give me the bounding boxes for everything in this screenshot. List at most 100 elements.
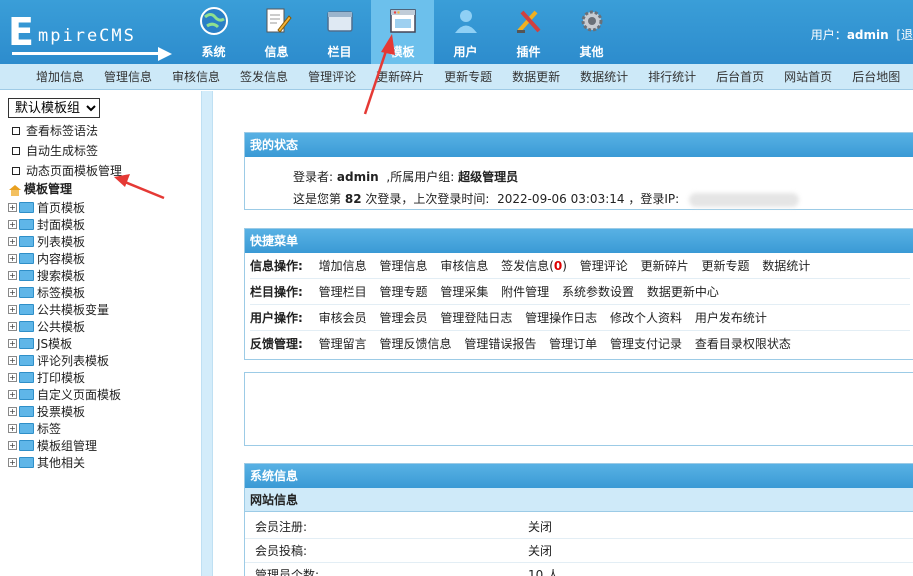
nav-template[interactable]: 模板 <box>371 0 434 64</box>
subnav-item[interactable]: 签发信息 <box>240 64 288 89</box>
quick-link[interactable]: 数据更新中心 <box>647 285 719 299</box>
view-tag-syntax-link[interactable]: 查看标签语法 <box>12 122 98 139</box>
quick-link[interactable]: 管理反馈信息 <box>379 337 451 351</box>
expand-icon[interactable]: + <box>8 203 17 212</box>
nav-other[interactable]: 其他 <box>560 0 623 64</box>
subnav-item[interactable]: 审核信息 <box>172 64 220 89</box>
sys-row: 会员注册: 关闭 <box>245 515 913 539</box>
quick-link[interactable]: 管理栏目 <box>319 285 367 299</box>
quick-link[interactable]: 增加信息 <box>319 259 367 273</box>
subnav-item[interactable]: 管理评论 <box>308 64 356 89</box>
nav-column[interactable]: 栏目 <box>308 0 371 64</box>
quick-menu-panel: 快捷菜单 信息操作: 增加信息 管理信息 审核信息 签发信息(0) 管理评论 更… <box>244 228 913 360</box>
panel-splitter[interactable] <box>201 91 213 576</box>
nav-plugin[interactable]: 插件 <box>497 0 560 64</box>
tree-item[interactable]: + 评论列表模板 <box>8 352 121 369</box>
subnav-item[interactable]: 后台地图 <box>852 64 900 89</box>
tree-item[interactable]: + 内容模板 <box>8 250 121 267</box>
quick-link[interactable]: 管理订单 <box>549 337 597 351</box>
quick-row-feedback: 反馈管理: 管理留言 管理反馈信息 管理错误报告 管理订单 管理支付记录 查看目… <box>250 332 910 357</box>
expand-icon[interactable]: + <box>8 271 17 280</box>
expand-icon[interactable]: + <box>8 220 17 229</box>
quick-link[interactable]: 管理评论 <box>580 259 628 273</box>
expand-icon[interactable]: + <box>8 356 17 365</box>
expand-icon[interactable]: + <box>8 458 17 467</box>
expand-icon[interactable]: + <box>8 407 17 416</box>
quick-link[interactable]: 修改个人资料 <box>610 311 682 325</box>
quick-link[interactable]: 管理信息 <box>379 259 427 273</box>
tree-item[interactable]: + 打印模板 <box>8 369 121 386</box>
auto-generate-tag-link[interactable]: 自动生成标签 <box>12 142 98 159</box>
my-status-panel: 我的状态 登录者: admin ,所属用户组: 超级管理员 这是您第 82 次登… <box>244 132 913 210</box>
quick-link[interactable]: 管理留言 <box>319 337 367 351</box>
sys-value: 关闭 <box>528 520 553 534</box>
subnav-item[interactable]: 增加信息 <box>36 64 84 89</box>
quick-row-info: 信息操作: 增加信息 管理信息 审核信息 签发信息(0) 管理评论 更新碎片 更… <box>250 254 910 279</box>
expand-icon[interactable]: + <box>8 254 17 263</box>
quick-link[interactable]: 管理会员 <box>379 311 427 325</box>
tree-root[interactable]: 模板管理 <box>8 180 72 197</box>
quick-link[interactable]: 查看目录权限状态 <box>695 337 791 351</box>
tree-item-label: 自定义页面模板 <box>37 388 122 402</box>
subnav-item[interactable]: 后台首页 <box>716 64 764 89</box>
tree-item[interactable]: + 公共模板 <box>8 318 121 335</box>
empirecms-logo[interactable]: E mpireCMS <box>8 10 178 61</box>
logo-arrow <box>158 47 172 61</box>
tree-item[interactable]: + 投票模板 <box>8 403 121 420</box>
quick-link[interactable]: 更新碎片 <box>641 259 689 273</box>
subnav-item[interactable]: 管理信息 <box>104 64 152 89</box>
logout-link[interactable]: [退 <box>896 28 913 42</box>
quick-link[interactable]: 管理采集 <box>440 285 488 299</box>
nav-system[interactable]: 系统 <box>182 0 245 64</box>
sys-value: 关闭 <box>528 544 553 558</box>
dynamic-page-template-link[interactable]: 动态页面模板管理 <box>12 162 122 179</box>
quick-link[interactable]: 管理登陆日志 <box>440 311 512 325</box>
quick-link-sign[interactable]: 签发信息(0) <box>501 259 567 273</box>
bullet-square-icon <box>12 166 20 175</box>
expand-icon[interactable]: + <box>8 424 17 433</box>
tree-item[interactable]: + JS模板 <box>8 335 121 352</box>
quick-link[interactable]: 数据统计 <box>762 259 810 273</box>
expand-icon[interactable]: + <box>8 390 17 399</box>
quick-link[interactable]: 审核信息 <box>440 259 488 273</box>
subnav-item[interactable]: 数据更新 <box>512 64 560 89</box>
quick-link[interactable]: 审核会员 <box>319 311 367 325</box>
quick-link[interactable]: 管理专题 <box>379 285 427 299</box>
quick-link[interactable]: 管理操作日志 <box>525 311 597 325</box>
expand-icon[interactable]: + <box>8 288 17 297</box>
quick-link[interactable]: 用户发布统计 <box>695 311 767 325</box>
expand-icon[interactable]: + <box>8 237 17 246</box>
tree-item[interactable]: + 自定义页面模板 <box>8 386 121 403</box>
tree-item[interactable]: + 模板组管理 <box>8 437 121 454</box>
tree-item[interactable]: + 其他相关 <box>8 454 121 471</box>
quick-link[interactable]: 附件管理 <box>501 285 549 299</box>
panel-title: 我的状态 <box>245 133 913 157</box>
tree-item[interactable]: + 列表模板 <box>8 233 121 250</box>
expand-icon[interactable]: + <box>8 339 17 348</box>
subnav-item[interactable]: 排行统计 <box>648 64 696 89</box>
subnav-item[interactable]: 数据统计 <box>580 64 628 89</box>
subnav-item[interactable]: 更新专题 <box>444 64 492 89</box>
template-group-select[interactable]: 默认模板组 <box>8 98 100 118</box>
left-panel: 默认模板组 查看标签语法 自动生成标签 动态页面模板管理 模板管理 + 首页模板 … <box>0 91 201 576</box>
quick-link[interactable]: 管理支付记录 <box>610 337 682 351</box>
tree-item[interactable]: + 公共模板变量 <box>8 301 121 318</box>
quick-link[interactable]: 更新专题 <box>701 259 749 273</box>
tree-item[interactable]: + 首页模板 <box>8 199 121 216</box>
tree-item[interactable]: + 标签 <box>8 420 121 437</box>
subnav-item[interactable]: 网站首页 <box>784 64 832 89</box>
system-info-panel: 系统信息 网站信息 会员注册: 关闭 会员投稿: 关闭 管理员个数: 10 人 <box>244 463 913 576</box>
user-name[interactable]: admin <box>847 28 889 42</box>
subnav-item[interactable]: 更新碎片 <box>376 64 424 89</box>
expand-icon[interactable]: + <box>8 441 17 450</box>
expand-icon[interactable]: + <box>8 322 17 331</box>
tree-item[interactable]: + 封面模板 <box>8 216 121 233</box>
nav-user[interactable]: 用户 <box>434 0 497 64</box>
expand-icon[interactable]: + <box>8 373 17 382</box>
nav-info[interactable]: 信息 <box>245 0 308 64</box>
quick-link[interactable]: 管理错误报告 <box>464 337 536 351</box>
tree-item[interactable]: + 标签模板 <box>8 284 121 301</box>
tree-item[interactable]: + 搜索模板 <box>8 267 121 284</box>
expand-icon[interactable]: + <box>8 305 17 314</box>
quick-link[interactable]: 系统参数设置 <box>562 285 634 299</box>
